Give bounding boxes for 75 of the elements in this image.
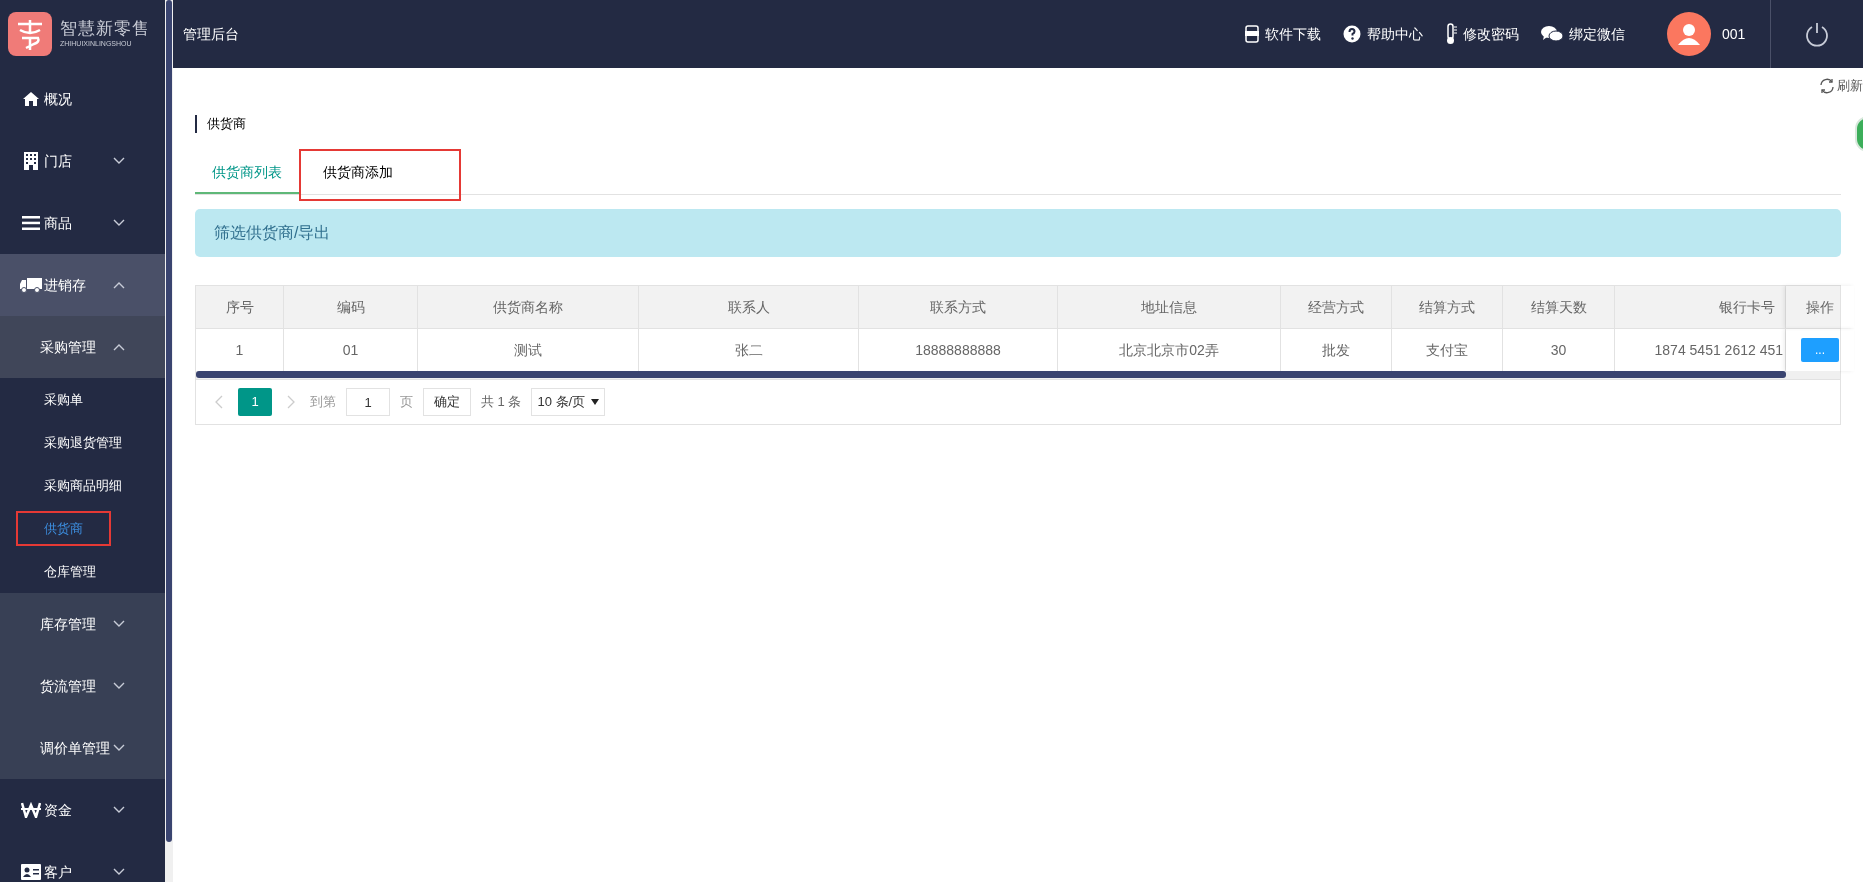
horizontal-scrollbar-thumb[interactable] <box>196 371 1786 378</box>
dropdown-icon <box>591 399 600 405</box>
previous-page-icon[interactable] <box>214 395 224 409</box>
scrollbar-thumb[interactable] <box>166 0 172 842</box>
building-icon <box>24 152 38 170</box>
column-header: 经营方式 <box>1281 286 1392 328</box>
brand-name: 智慧新零售 <box>60 19 150 39</box>
chevron-down-icon <box>113 682 125 690</box>
chevron-down-icon <box>113 744 125 752</box>
confirm-button[interactable]: 确定 <box>423 388 471 416</box>
sidebar-item[interactable]: 仓库管理 <box>16 553 124 590</box>
column-header: 联系方式 <box>859 286 1058 328</box>
horizontal-scrollbar-track[interactable] <box>196 371 1840 379</box>
header-title: 管理后台 <box>183 24 239 44</box>
sidebar-item[interactable]: 商品 <box>44 212 113 234</box>
power-icon[interactable] <box>1804 21 1830 47</box>
chevron-down-icon <box>113 620 125 628</box>
chevron-down-icon <box>113 806 125 814</box>
help-icon <box>1343 25 1361 43</box>
sidebar-item[interactable]: 客户 <box>44 861 113 882</box>
sidebar-item[interactable]: 货流管理 <box>40 675 113 697</box>
next-page-icon[interactable] <box>286 395 296 409</box>
refresh-link[interactable]: 刷新 <box>1819 76 1863 96</box>
header-link[interactable]: 帮助中心 <box>1343 23 1423 45</box>
header-link[interactable]: 修改密码 <box>1445 23 1519 45</box>
column-header: 联系人 <box>639 286 859 328</box>
sidebar-item[interactable]: 采购退货管理 <box>16 424 150 461</box>
truck-icon <box>20 277 42 293</box>
column-header: 结算天数 <box>1503 286 1615 328</box>
thermometer-icon <box>1445 23 1457 45</box>
refresh-icon <box>1819 77 1835 94</box>
sidebar-item[interactable]: 调价单管理 <box>40 737 113 759</box>
filter-title: 筛选供货商/导出 <box>214 223 331 243</box>
home-icon <box>22 91 40 107</box>
header-link[interactable]: 软件下载 <box>1245 23 1321 45</box>
header-link[interactable]: 绑定微信 <box>1541 23 1625 45</box>
sidebar-item[interactable]: 供货商 <box>16 510 111 547</box>
column-header: 编码 <box>284 286 418 328</box>
avatar-icon[interactable] <box>1667 12 1711 56</box>
sidebar-item[interactable]: 资金 <box>44 799 113 821</box>
logo-icon <box>8 12 52 56</box>
column-header: 结算方式 <box>1392 286 1503 328</box>
page-size-select[interactable]: 10 条/页 <box>531 388 606 416</box>
sidebar-item[interactable]: 门店 <box>44 150 113 172</box>
sidebar-item[interactable]: 采购单 <box>16 381 111 418</box>
column-header: 序号 <box>196 286 284 328</box>
sidebar-item[interactable]: 概况 <box>44 88 125 110</box>
menu-icon <box>22 216 40 230</box>
page-unit: 页 <box>400 393 413 412</box>
column-header: 银行卡号 <box>1615 286 1786 328</box>
tab[interactable]: 供货商列表 <box>195 152 299 194</box>
tab[interactable]: 供货商添加 <box>299 149 461 201</box>
chevron-down-icon <box>113 157 125 165</box>
goto-label: 到第 <box>310 393 336 412</box>
total-count: 共 1 条 <box>481 393 522 412</box>
chevron-down-icon <box>113 868 125 876</box>
goto-page-field[interactable]: 1 <box>346 388 390 416</box>
page-title: 供货商 <box>207 115 246 134</box>
column-header: 地址信息 <box>1058 286 1281 328</box>
phone-app-icon <box>1245 25 1259 43</box>
page-number[interactable]: 1 <box>238 388 272 416</box>
column-header: 供货商名称 <box>418 286 639 328</box>
sidebar-item[interactable]: 进销存 <box>44 274 113 296</box>
vertical-scrollbar-track[interactable] <box>165 0 173 882</box>
chevron-down-icon <box>113 219 125 227</box>
won-icon <box>21 802 41 818</box>
chat-icon <box>1541 25 1563 43</box>
user-name: 001 <box>1722 24 1747 44</box>
chevron-up-icon <box>113 281 125 289</box>
chevron-up-icon <box>113 343 125 351</box>
column-header: 操作 <box>1786 286 1854 328</box>
sidebar-item[interactable]: 采购管理 <box>40 336 113 358</box>
sidebar-item[interactable]: 库存管理 <box>40 613 113 635</box>
sidebar-item[interactable]: 采购商品明细 <box>16 467 150 504</box>
filter-bar[interactable]: 筛选供货商/导出 <box>195 209 1841 257</box>
